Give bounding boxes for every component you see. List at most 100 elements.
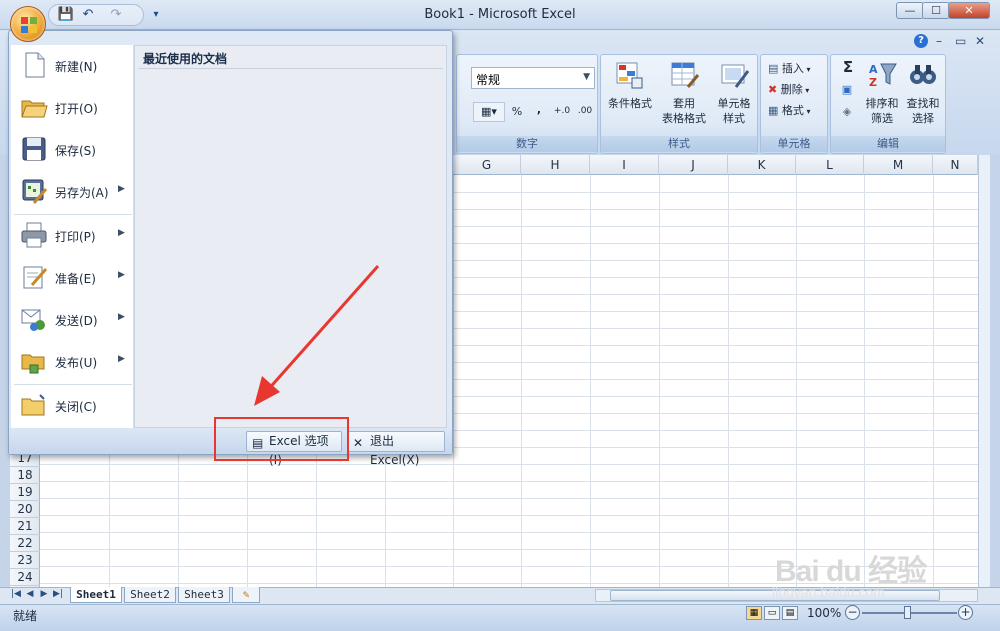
- column-header-l[interactable]: L: [796, 155, 864, 175]
- column-header-m[interactable]: M: [864, 155, 933, 175]
- row-header-23[interactable]: 23: [10, 552, 40, 569]
- menu-item-save[interactable]: 保存(S): [14, 130, 132, 170]
- format-button[interactable]: ▦ 格式 ▾: [768, 103, 824, 119]
- qat-save-icon[interactable]: 💾: [56, 6, 76, 24]
- decrease-decimal-button[interactable]: .00: [575, 104, 595, 119]
- mdi-close-button[interactable]: ✕: [975, 34, 985, 48]
- sort-filter-button[interactable]: 排序和 筛选: [862, 96, 902, 126]
- prev-sheet-button[interactable]: ◀: [24, 589, 36, 599]
- page-break-icon[interactable]: ▤: [782, 606, 798, 620]
- autosum-icon[interactable]: Σ: [836, 60, 860, 75]
- open-folder-icon: [21, 100, 48, 118]
- row-header-21[interactable]: 21: [10, 518, 40, 535]
- status-ready: 就绪: [13, 609, 38, 623]
- format-as-table-line2: 表格格式: [662, 112, 706, 125]
- next-sheet-button[interactable]: ▶: [38, 589, 50, 599]
- column-header-j[interactable]: J: [659, 155, 728, 175]
- menu-item-label: 发布(U): [55, 356, 98, 370]
- window-frame-right: [990, 155, 1000, 587]
- increase-decimal-button[interactable]: +.0: [552, 104, 572, 119]
- mdi-restore-button[interactable]: ▭: [955, 34, 966, 48]
- minimize-button[interactable]: —: [896, 2, 924, 19]
- cells-group-label: 单元格: [761, 136, 827, 152]
- column-header-k[interactable]: K: [728, 155, 796, 175]
- insert-button[interactable]: ▤ 插入 ▾: [768, 61, 824, 77]
- format-as-table-line1: 套用: [673, 97, 695, 110]
- menu-item-label: 关闭(C): [55, 400, 97, 414]
- cell-styles-line1: 单元格: [717, 97, 751, 110]
- gridline-vertical: [590, 175, 591, 587]
- insert-label: 插入: [781, 62, 804, 75]
- qat-customize-icon[interactable]: ▾: [146, 6, 166, 24]
- zoom-slider-thumb[interactable]: [904, 606, 911, 619]
- sheet-tab-1[interactable]: Sheet1: [70, 587, 122, 603]
- zoom-out-button[interactable]: −: [845, 605, 860, 620]
- number-group-label: 数字: [457, 136, 597, 152]
- submenu-arrow-icon: ▶: [118, 228, 125, 238]
- fill-icon[interactable]: ▣: [836, 82, 858, 97]
- insert-sheet-icon[interactable]: ✎: [232, 587, 260, 603]
- delete-button[interactable]: ✖ 删除 ▾: [768, 82, 824, 98]
- row-header-24[interactable]: 24: [10, 569, 40, 586]
- annotation-highlight-box: [214, 417, 349, 461]
- column-header-h[interactable]: H: [521, 155, 590, 175]
- column-header-i[interactable]: I: [590, 155, 659, 175]
- menu-item-prepare[interactable]: 准备(E) ▶: [14, 258, 132, 298]
- exit-x-icon: ✕: [353, 436, 364, 450]
- sort-filter-line1: 排序和: [865, 97, 899, 110]
- menu-item-new[interactable]: 新建(N): [14, 46, 132, 86]
- editing-group-label: 编辑: [831, 136, 945, 152]
- gridline-horizontal: [40, 498, 978, 499]
- mdi-minimize-button[interactable]: –: [936, 34, 942, 48]
- conditional-format-button[interactable]: 条件格式: [606, 96, 654, 111]
- menu-item-close[interactable]: 关闭(C): [14, 386, 132, 426]
- row-header-19[interactable]: 19: [10, 484, 40, 501]
- comma-button[interactable]: ,: [531, 102, 547, 117]
- exit-excel-label: 退出 Excel(X): [370, 434, 420, 467]
- last-sheet-button[interactable]: ▶|: [52, 589, 64, 599]
- column-header-n[interactable]: N: [933, 155, 978, 175]
- format-as-table-button[interactable]: 套用 表格格式: [656, 96, 712, 126]
- menu-item-label: 另存为(A): [55, 186, 109, 200]
- normal-view-icon[interactable]: ▦: [746, 606, 762, 620]
- sheet-tab-2[interactable]: Sheet2: [124, 587, 176, 603]
- menu-item-label: 新建(N): [55, 60, 98, 74]
- row-header-22[interactable]: 22: [10, 535, 40, 552]
- submenu-arrow-icon: ▶: [118, 354, 125, 364]
- menu-item-open[interactable]: 打开(O): [14, 88, 132, 128]
- zoom-level[interactable]: 100%: [807, 606, 841, 620]
- zoom-in-button[interactable]: +: [958, 605, 973, 620]
- menu-item-label: 发送(D): [55, 314, 98, 328]
- exit-excel-button[interactable]: ✕ 退出 Excel(X): [347, 431, 445, 467]
- clear-icon[interactable]: ◈: [836, 104, 858, 119]
- menu-item-save-as[interactable]: 另存为(A) ▶: [14, 172, 132, 212]
- find-select-button[interactable]: 查找和 选择: [902, 96, 944, 126]
- percent-button[interactable]: %: [507, 104, 527, 119]
- gridline-vertical: [933, 175, 934, 587]
- annotation-arrow-icon: [254, 265, 380, 406]
- qat-redo-icon[interactable]: ↷: [106, 6, 126, 24]
- styles-group-label: 样式: [601, 136, 757, 152]
- gridline-vertical: [796, 175, 797, 587]
- row-header-18[interactable]: 18: [10, 467, 40, 484]
- menu-item-print[interactable]: 打印(P) ▶: [14, 216, 132, 256]
- cell-styles-icon: [720, 61, 750, 91]
- page-layout-icon[interactable]: ▭: [764, 606, 780, 620]
- help-icon[interactable]: ?: [914, 34, 928, 48]
- publish-icon: [21, 354, 45, 374]
- number-format-select[interactable]: 常规 ▼: [471, 67, 595, 89]
- cell-styles-button[interactable]: 单元格 样式: [712, 96, 756, 126]
- menu-item-send[interactable]: 发送(D) ▶: [14, 300, 132, 340]
- maximize-button[interactable]: ☐: [922, 2, 950, 19]
- submenu-arrow-icon: ▶: [118, 312, 125, 322]
- vertical-scrollbar[interactable]: [978, 155, 990, 587]
- first-sheet-button[interactable]: |◀: [10, 589, 22, 599]
- sheet-tab-3[interactable]: Sheet3: [178, 587, 230, 603]
- row-header-20[interactable]: 20: [10, 501, 40, 518]
- close-window-button[interactable]: ✕: [948, 2, 990, 19]
- office-button[interactable]: [10, 6, 46, 42]
- accounting-format-button[interactable]: ▦▾: [473, 102, 505, 122]
- menu-item-publish[interactable]: 发布(U) ▶: [14, 342, 132, 382]
- column-header-g[interactable]: G: [453, 155, 521, 175]
- qat-undo-icon[interactable]: ↶: [78, 6, 98, 24]
